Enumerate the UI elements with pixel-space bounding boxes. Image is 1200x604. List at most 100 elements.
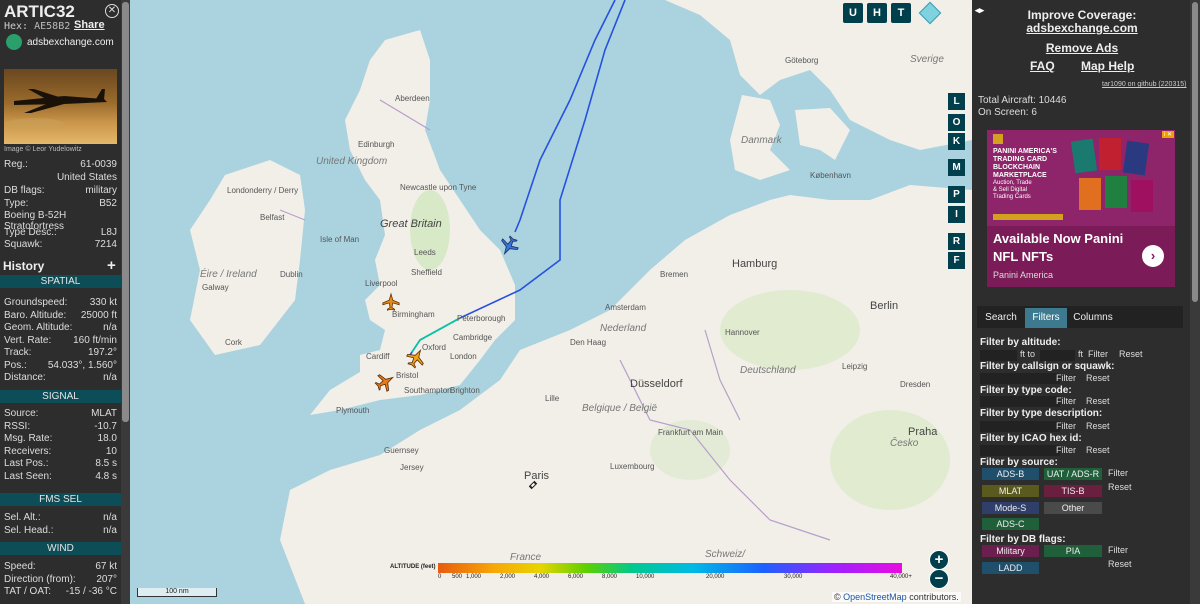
label-liverpool: Liverpool xyxy=(365,279,398,288)
altitude-tick-label: 40,000+ xyxy=(890,574,912,580)
altitude-min-input[interactable] xyxy=(980,350,1017,361)
toggle-button-l[interactable]: L xyxy=(948,93,965,110)
hex-code: Hex: AE58B2 xyxy=(4,21,71,32)
spatial-value: 54.033°, 1.560° xyxy=(47,359,117,371)
wind-label: Direction (from): xyxy=(4,573,76,585)
ad-arrow-icon[interactable]: › xyxy=(1142,245,1164,267)
osm-link[interactable]: OpenStreetMap xyxy=(843,592,907,602)
label-lille: Lille xyxy=(545,394,560,403)
zoom-out-button[interactable]: − xyxy=(929,569,949,589)
label-dublin: Dublin xyxy=(280,270,303,279)
type-desc-filter-button[interactable]: Filter xyxy=(1056,421,1076,431)
altitude-tick-label: 0 xyxy=(438,574,442,580)
expand-history-icon[interactable]: + xyxy=(107,257,116,274)
icao-input[interactable] xyxy=(980,445,1060,456)
left-scrollbar[interactable] xyxy=(121,0,130,604)
type-code-reset-button[interactable]: Reset xyxy=(1086,396,1110,406)
db-ladd-toggle[interactable]: LADD xyxy=(982,562,1039,574)
db-filter-button[interactable]: Filter xyxy=(1108,545,1128,555)
label-edinburgh: Edinburgh xyxy=(358,140,395,149)
tab-search[interactable]: Search xyxy=(980,308,1022,328)
source-mlat-toggle[interactable]: MLAT xyxy=(982,485,1039,497)
aircraft-marker-selected[interactable] xyxy=(498,235,520,257)
callsign-filter-button[interactable]: Filter xyxy=(1056,373,1076,383)
toggle-button-f[interactable]: F xyxy=(948,252,965,269)
fms-value: n/a xyxy=(103,525,117,536)
toggle-button-t[interactable]: T xyxy=(891,3,911,23)
filter-type-code-label: Filter by type code: xyxy=(980,385,1072,396)
on-screen-count: On Screen: 6 xyxy=(978,107,1037,118)
toggle-button-p[interactable]: P xyxy=(948,186,965,203)
aircraft-details-panel: ARTIC32 Hex: AE58B2 Share ✕ adsbexchange… xyxy=(0,0,121,604)
aircraft-marker[interactable] xyxy=(381,292,401,312)
aircraft-marker[interactable] xyxy=(526,478,540,492)
fms-value: n/a xyxy=(103,512,117,523)
toggle-button-u[interactable]: U xyxy=(843,3,863,23)
faq-link[interactable]: FAQ xyxy=(1030,59,1055,73)
spatial-row: Track: 197.2° xyxy=(4,347,117,359)
tab-filters[interactable]: Filters xyxy=(1025,308,1067,328)
label-brighton: Brighton xyxy=(450,386,480,395)
ad-headline: Available Now Panini xyxy=(993,231,1124,246)
spatial-label: Baro. Altitude: xyxy=(4,309,67,321)
remove-ads-link[interactable]: Remove Ads xyxy=(1002,41,1162,55)
improve-coverage-label: Improve Coverage: xyxy=(1027,8,1137,22)
type-desc-reset-button[interactable]: Reset xyxy=(1086,421,1110,431)
type-desc-input[interactable] xyxy=(980,421,1060,432)
toggle-button-h[interactable]: H xyxy=(867,3,887,23)
right-scrollbar[interactable] xyxy=(1190,0,1200,604)
label-bremen: Bremen xyxy=(660,270,689,279)
toggle-button-m[interactable]: M xyxy=(948,159,965,176)
icao-filter-button[interactable]: Filter xyxy=(1056,445,1076,455)
altitude-reset-button[interactable]: Reset xyxy=(1119,349,1143,359)
callsign-reset-button[interactable]: Reset xyxy=(1086,373,1110,383)
spatial-row: Groundspeed: 330 kt xyxy=(4,297,117,309)
toggle-button-o[interactable]: O xyxy=(948,114,965,131)
zoom-in-button[interactable]: + xyxy=(929,550,949,570)
icao-reset-button[interactable]: Reset xyxy=(1086,445,1110,455)
signal-row: RSSI: -10.7 xyxy=(4,421,117,433)
source-modes-toggle[interactable]: Mode-S xyxy=(982,502,1039,514)
label-nederland: Nederland xyxy=(600,323,647,334)
source-other-toggle[interactable]: Other xyxy=(1044,502,1102,514)
db-pia-toggle[interactable]: PIA xyxy=(1044,545,1102,557)
source-filter-button[interactable]: Filter xyxy=(1108,468,1128,478)
label-dresden: Dresden xyxy=(900,380,931,389)
callsign-input[interactable] xyxy=(980,373,1060,384)
source-tisb-toggle[interactable]: TIS-B xyxy=(1044,485,1102,497)
label-hannover: Hannover xyxy=(725,328,760,337)
source-site-link[interactable]: adsbexchange.com xyxy=(27,37,114,48)
aircraft-photo[interactable] xyxy=(4,69,117,144)
callsign: ARTIC32 xyxy=(4,2,75,21)
label-kobenhavn: København xyxy=(810,171,851,180)
label-galway: Galway xyxy=(202,283,229,292)
type-code-filter-button[interactable]: Filter xyxy=(1056,396,1076,406)
toggle-button-r[interactable]: R xyxy=(948,233,965,250)
aircraft-marker[interactable] xyxy=(405,347,427,369)
source-adsc-toggle[interactable]: ADS-C xyxy=(982,518,1039,530)
altitude-filter-button[interactable]: Filter xyxy=(1088,349,1108,359)
source-reset-button[interactable]: Reset xyxy=(1108,482,1132,492)
version-link[interactable]: tar1090 on github (220315) xyxy=(1102,81,1186,88)
tab-columns[interactable]: Columns xyxy=(1070,308,1116,328)
spatial-row: Vert. Rate: 160 ft/min xyxy=(4,335,117,347)
ad-choices-icon[interactable]: i ✕ xyxy=(1162,131,1175,138)
advertisement[interactable]: i ✕ PANINI AMERICA'S TRADING CARD BLOCKCHA… xyxy=(987,130,1175,287)
toggle-button-k[interactable]: K xyxy=(948,133,965,150)
db-military-toggle[interactable]: Military xyxy=(982,545,1039,557)
improve-coverage-link[interactable]: adsbexchange.com xyxy=(1002,21,1162,35)
map-help-link[interactable]: Map Help xyxy=(1081,59,1134,73)
type-code-input[interactable] xyxy=(980,396,1060,407)
source-uat-toggle[interactable]: UAT / ADS-R xyxy=(1044,468,1102,480)
source-adsb-toggle[interactable]: ADS-B xyxy=(982,468,1039,480)
collapse-panel-icon[interactable]: ◂▸ xyxy=(975,5,991,21)
db-reset-button[interactable]: Reset xyxy=(1108,559,1132,569)
aircraft-marker[interactable] xyxy=(374,371,396,393)
toggle-button-i[interactable]: I xyxy=(948,206,965,223)
spatial-label: Groundspeed: xyxy=(4,297,68,308)
altitude-max-input[interactable] xyxy=(1040,350,1075,361)
share-link[interactable]: Share xyxy=(74,19,105,31)
map-view[interactable]: United Kingdom Great Britain Éire / Irel… xyxy=(130,0,972,604)
close-icon[interactable]: ✕ xyxy=(105,4,119,18)
wind-value: -15 / -36 °C xyxy=(65,586,117,597)
